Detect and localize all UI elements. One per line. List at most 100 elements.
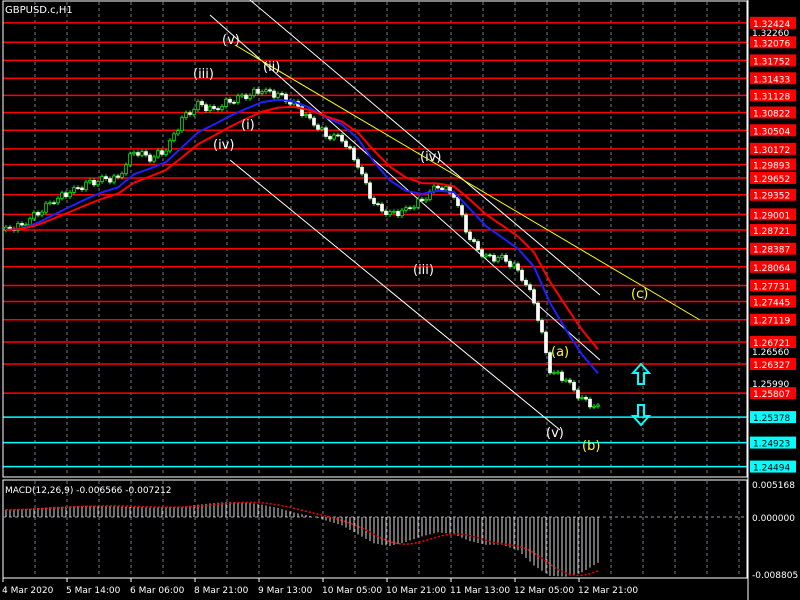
- candle: [336, 134, 340, 137]
- candle: [540, 320, 544, 333]
- candle: [424, 198, 428, 202]
- candle: [244, 94, 248, 99]
- price-level-label: 1.32424: [753, 20, 790, 30]
- price-level-label: 1.25378: [753, 414, 790, 424]
- price-level-label: 1.29652: [753, 175, 790, 185]
- candle: [100, 176, 104, 182]
- time-tick-label: 6 Mar 06:00: [130, 586, 185, 596]
- candle: [260, 91, 264, 94]
- candle: [560, 371, 564, 381]
- candle: [68, 192, 72, 198]
- candle: [556, 371, 560, 374]
- wave-label: (ii): [263, 60, 280, 75]
- candle: [140, 151, 144, 156]
- price-level-label: 1.26327: [753, 361, 790, 371]
- wave-label: (iii): [193, 67, 214, 82]
- candle: [580, 396, 584, 399]
- wave-label: (iii): [413, 263, 434, 278]
- candle: [164, 150, 168, 155]
- symbol-title: GBPUSD.c,H1: [5, 5, 73, 16]
- price-level-label: 1.31752: [753, 57, 790, 67]
- candle: [416, 198, 420, 208]
- wave-label: (i): [241, 118, 255, 133]
- candle: [256, 89, 260, 94]
- candle: [220, 106, 224, 110]
- wave-label: (v): [222, 33, 240, 48]
- candle: [80, 187, 84, 191]
- candle: [576, 389, 580, 399]
- candle: [196, 101, 200, 111]
- candle: [356, 159, 360, 168]
- candle: [492, 255, 496, 262]
- candle: [516, 263, 520, 271]
- candle: [96, 181, 100, 186]
- candle: [500, 255, 504, 259]
- price-level-label: 1.28387: [753, 246, 790, 256]
- candle: [572, 381, 576, 391]
- candle: [360, 166, 364, 175]
- candle: [236, 95, 240, 103]
- candle: [512, 263, 516, 268]
- time-tick-label: 10 Mar 21:00: [386, 586, 446, 596]
- candle: [364, 173, 368, 184]
- price-level-label: 1.30822: [753, 109, 790, 119]
- time-tick-label: 9 Mar 13:00: [258, 586, 313, 596]
- macd-tick-label: 0.000000: [752, 514, 795, 524]
- wave-label: (v): [546, 426, 564, 441]
- candle: [152, 156, 156, 162]
- candle: [396, 211, 400, 217]
- candle: [488, 254, 492, 257]
- price-level-label: 1.28064: [753, 264, 790, 274]
- candle: [332, 134, 336, 140]
- candle: [304, 114, 308, 117]
- candle: [352, 147, 356, 160]
- price-level-label: 1.28721: [753, 227, 790, 237]
- candle: [176, 130, 180, 135]
- price-chart[interactable]: (v) (iii) (ii) (i) (iv) (iv) (iii) (a) (…: [0, 0, 800, 600]
- candle: [156, 150, 160, 158]
- candle: [228, 98, 232, 103]
- candle: [496, 257, 500, 262]
- candle: [464, 214, 468, 233]
- time-tick-label: 12 Mar 21:00: [578, 586, 638, 596]
- candle: [40, 211, 44, 216]
- price-level-label: 1.24494: [753, 464, 790, 474]
- candle: [344, 140, 348, 148]
- candle: [28, 218, 32, 226]
- candle: [36, 212, 40, 216]
- candle: [168, 139, 172, 152]
- candle: [340, 134, 344, 142]
- candle: [116, 175, 120, 178]
- candle: [192, 109, 196, 115]
- candle: [316, 124, 320, 130]
- price-level-label: 1.30172: [753, 146, 790, 156]
- candle: [128, 153, 132, 166]
- candle: [280, 93, 284, 95]
- candle: [72, 187, 76, 193]
- candle: [328, 136, 332, 140]
- candle: [8, 226, 12, 230]
- wave-label: (c): [631, 287, 648, 302]
- candle: [132, 152, 136, 155]
- candle: [212, 106, 216, 109]
- candle: [440, 187, 444, 191]
- price-level-label: 1.24923: [753, 440, 790, 450]
- candle: [372, 197, 376, 205]
- chart-background: [0, 0, 800, 600]
- candle: [584, 396, 588, 400]
- candle: [368, 182, 372, 199]
- candle: [88, 180, 92, 183]
- candle: [160, 150, 164, 155]
- candle: [484, 254, 488, 257]
- candle: [564, 379, 568, 382]
- macd-tick-label: 0.005168: [752, 481, 795, 491]
- candle: [388, 211, 392, 216]
- price-level-label: 1.32076: [753, 39, 790, 49]
- macd-label: MACD(12,26,9) -0.006566 -0.007212: [5, 486, 171, 496]
- candle: [64, 192, 68, 198]
- candle: [552, 372, 556, 374]
- price-tick-label: 1.26560: [752, 348, 789, 358]
- price-level-label: 1.31128: [753, 92, 790, 102]
- candle: [32, 212, 36, 220]
- candle: [460, 205, 464, 216]
